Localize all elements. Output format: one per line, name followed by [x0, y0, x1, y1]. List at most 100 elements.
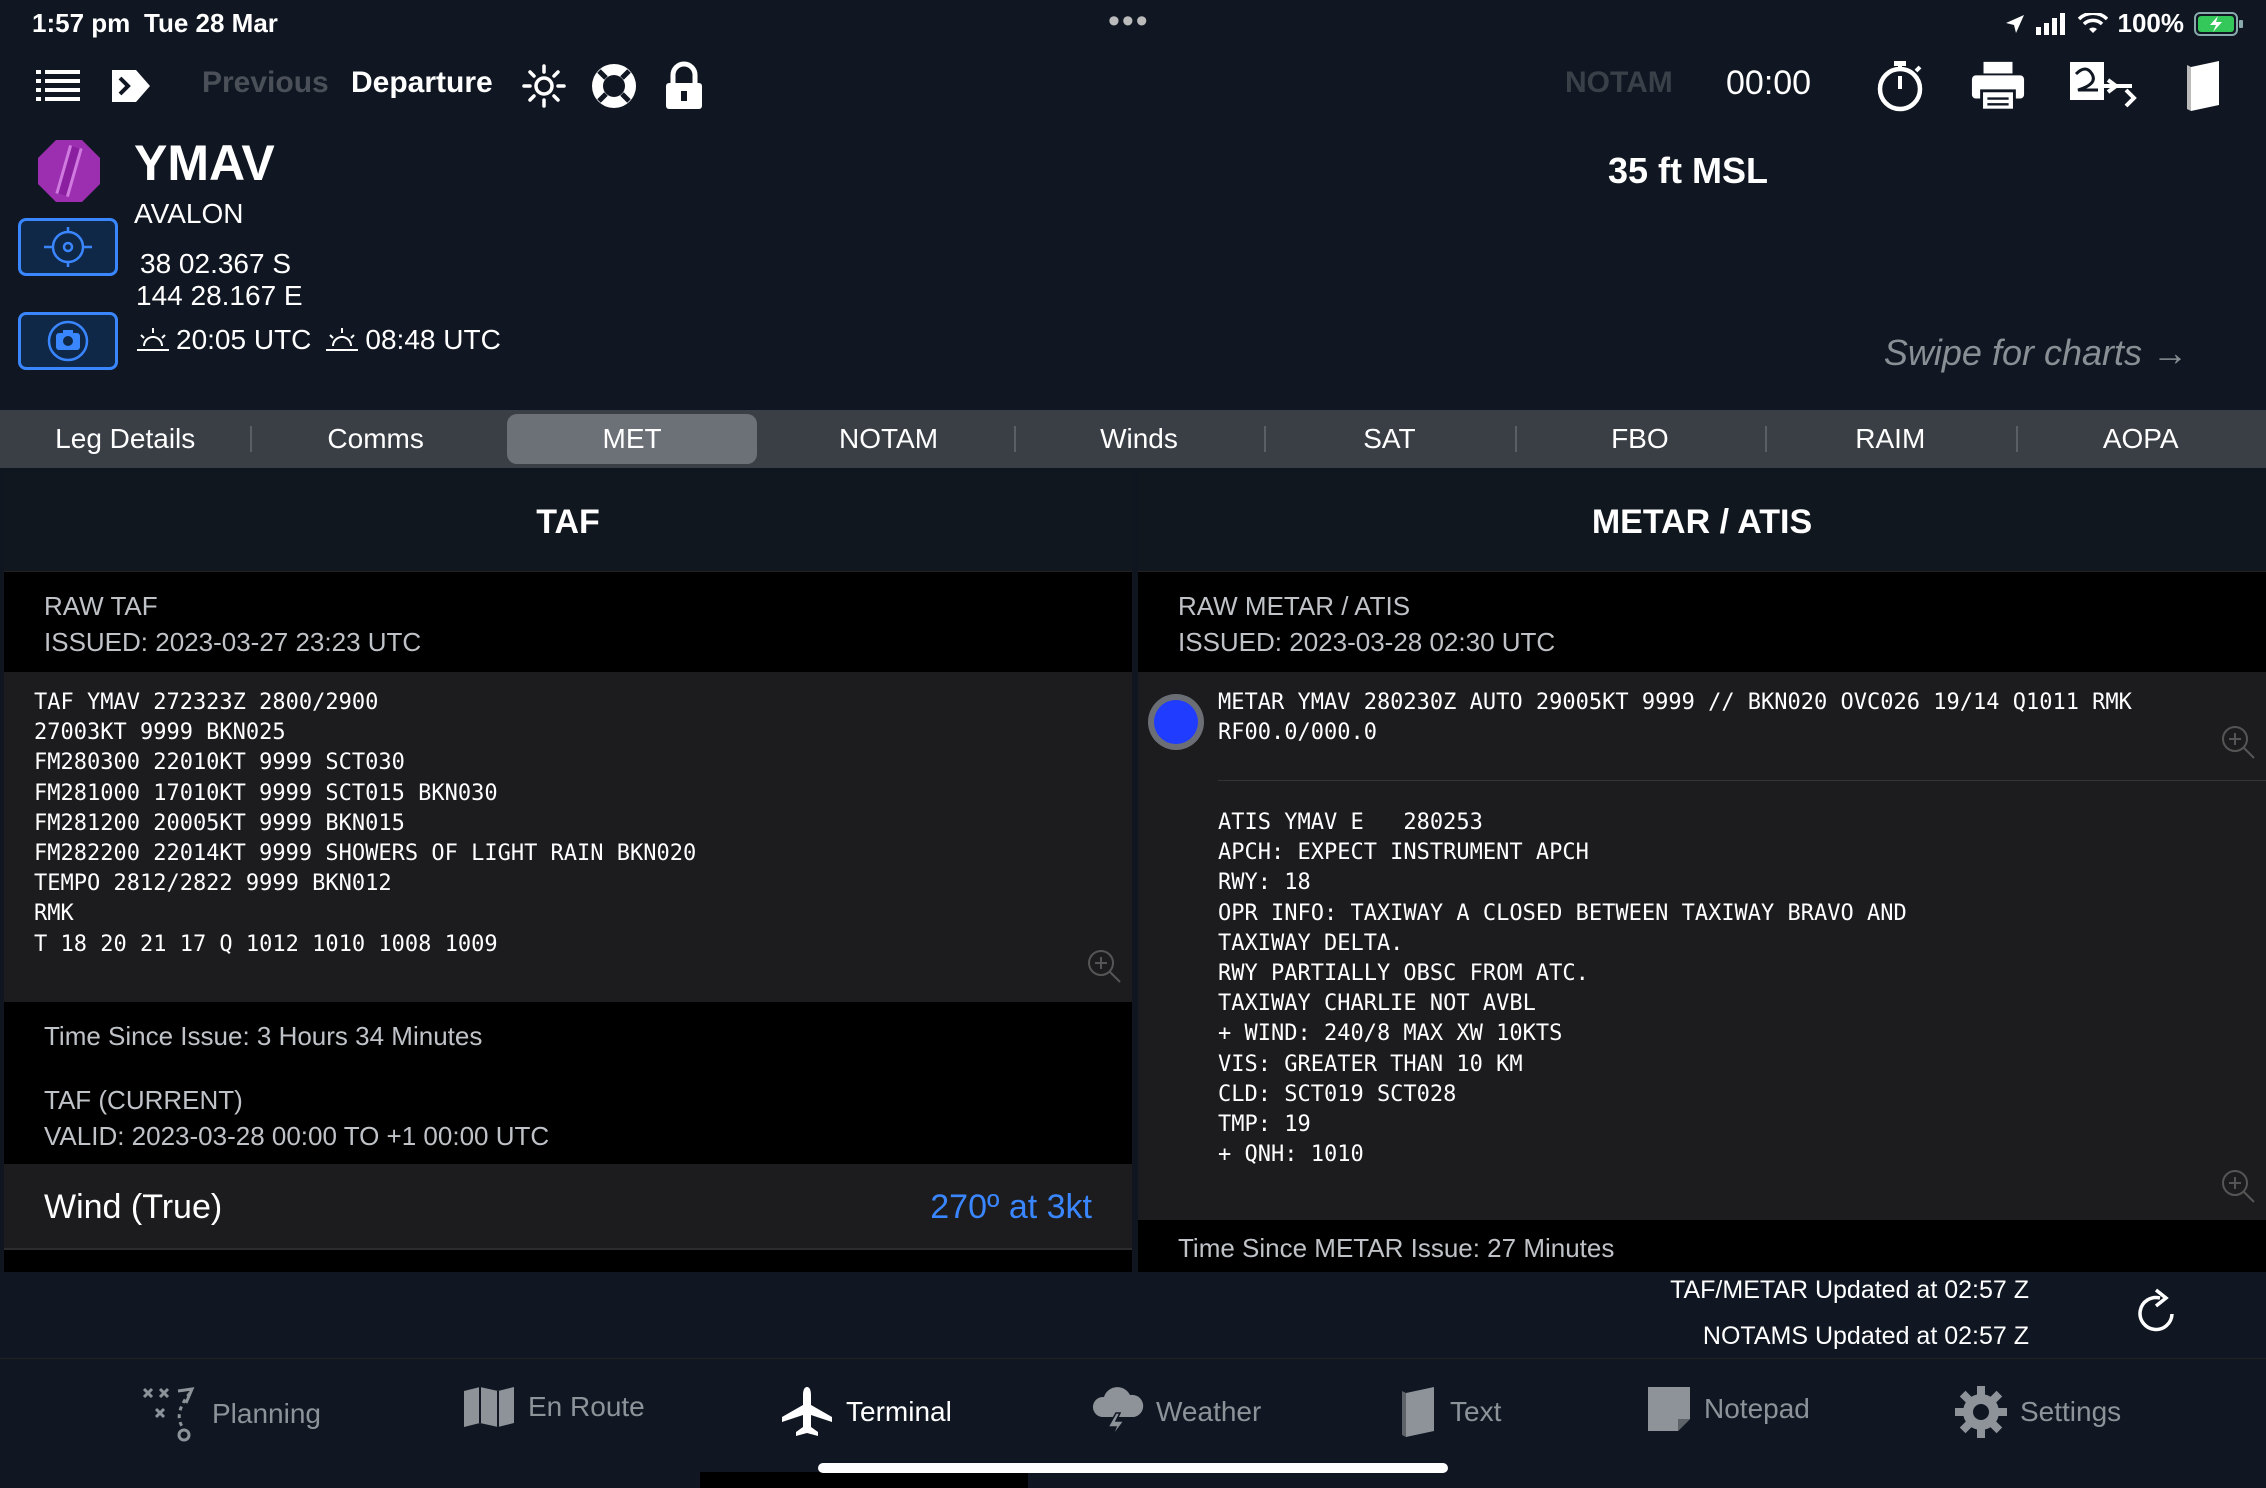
lifebuoy-icon[interactable] — [586, 58, 642, 114]
tab-fbo[interactable]: FBO — [1514, 414, 1765, 464]
taf-metar-updated: TAF/METAR Updated at 02:57 Z — [1670, 1276, 2029, 1304]
sunrise-time: 20:05 UTC — [176, 324, 312, 355]
airport-ident: YMAV — [134, 135, 275, 191]
home-bar-shadow — [700, 1472, 1028, 1488]
lock-icon[interactable] — [656, 58, 712, 114]
raw-taf-label: RAW TAF — [44, 591, 158, 621]
taf-title: TAF — [4, 472, 1132, 572]
tab-sat[interactable]: SAT — [1264, 414, 1514, 464]
taf-time-since: Time Since Issue: 3 Hours 34 Minutes — [44, 1021, 483, 1051]
tab-met[interactable]: MET — [506, 414, 758, 464]
print-icon[interactable] — [1970, 58, 2026, 114]
sunset-icon — [326, 328, 359, 351]
documents-icon[interactable] — [2176, 58, 2232, 114]
taf-issued: ISSUED: 2023-03-27 23:23 UTC — [44, 627, 422, 657]
tab-raim[interactable]: RAIM — [1765, 414, 2015, 464]
bottom-tab-weather-label: Weather — [1156, 1396, 1262, 1427]
status-indicators: 100% — [2004, 8, 2245, 39]
metar-panel: METAR / ATIS RAW METAR / ATIS ISSUED: 20… — [1138, 472, 2266, 1272]
sun-times: 20:05 UTC 08:48 UTC — [136, 324, 501, 356]
crosshair-icon — [44, 227, 92, 267]
brightness-icon[interactable] — [516, 58, 572, 114]
taf-valid: VALID: 2023-03-28 00:00 TO +1 00:00 UTC — [44, 1121, 550, 1151]
camera-icon — [47, 320, 89, 362]
status-bar: 1:57 pm Tue 28 Mar ••• 100% — [0, 0, 2266, 46]
zoom-in-icon[interactable] — [1086, 948, 1122, 984]
raw-metar-box[interactable]: METAR YMAV 280230Z AUTO 29005KT 9999 // … — [1138, 672, 2266, 1220]
bottom-tab-weather[interactable]: Weather — [1090, 1385, 1261, 1439]
bottom-tab-notepad[interactable]: Notepad — [1646, 1385, 1810, 1433]
previous-button[interactable]: Previous — [202, 66, 329, 100]
bottom-tab-planning[interactable]: Planning — [142, 1385, 321, 1443]
bottom-tab-en-route[interactable]: En Route — [462, 1385, 645, 1429]
airplane-icon — [782, 1387, 832, 1436]
section-tabs: Leg Details Comms MET NOTAM Winds SAT FB… — [0, 410, 2266, 468]
wifi-icon — [2077, 12, 2108, 33]
list-icon[interactable] — [30, 58, 86, 114]
tab-notam[interactable]: NOTAM — [763, 414, 1013, 464]
status-time: 1:57 pm — [32, 8, 131, 38]
metar-time-since: Time Since METAR Issue: 27 Minutes — [1178, 1233, 1615, 1263]
raw-metar-text: METAR YMAV 280230Z AUTO 29005KT 9999 // … — [1218, 690, 2132, 746]
locate-button[interactable] — [18, 218, 118, 276]
notepad-icon — [1648, 1387, 1690, 1431]
airport-name: AVALON — [134, 198, 244, 229]
swipe-charts-hint[interactable]: Swipe for charts → — [1884, 332, 2188, 374]
metar-issued: ISSUED: 2023-03-28 02:30 UTC — [1178, 627, 1556, 657]
tab-leg-details[interactable]: Leg Details — [0, 414, 250, 464]
updates-bar: TAF/METAR Updated at 02:57 Z NOTAMS Upda… — [0, 1272, 2266, 1358]
tab-comms[interactable]: Comms — [250, 414, 500, 464]
bottom-tab-terminal[interactable]: Terminal — [780, 1385, 952, 1439]
raw-taf-box[interactable]: TAF YMAV 272323Z 2800/2900 27003KT 9999 … — [4, 672, 1132, 1002]
flight-category-dot-icon — [1148, 694, 1204, 750]
status-date: Tue 28 Mar — [144, 8, 278, 38]
bottom-tab-terminal-label: Terminal — [846, 1396, 952, 1427]
bottom-tab-text[interactable]: Text — [1398, 1385, 1501, 1439]
bottom-tab-notepad-label: Notepad — [1704, 1393, 1810, 1424]
zoom-in-icon[interactable] — [2220, 724, 2256, 760]
tab-winds[interactable]: Winds — [1013, 414, 1264, 464]
departure-button[interactable]: Departure — [351, 66, 493, 100]
planning-icon — [142, 1387, 195, 1442]
sunrise-icon — [137, 328, 169, 351]
storm-cloud-icon — [1092, 1387, 1144, 1438]
elevation: 35 ft MSL — [1608, 150, 1769, 191]
bottom-tab-text-label: Text — [1450, 1396, 1502, 1427]
wind-value: 270º at 3kt — [930, 1188, 1092, 1226]
battery-percent: 100% — [2117, 8, 2185, 38]
document-icon — [1402, 1387, 1434, 1437]
latitude: 38 02.367 S — [140, 248, 292, 279]
bottom-tab-en-route-label: En Route — [528, 1391, 645, 1422]
toolbar: Previous Departure NOTAM 00:00 — [0, 46, 2266, 128]
metar-title: METAR / ATIS — [1138, 472, 2266, 572]
tab-aopa[interactable]: AOPA — [2015, 414, 2266, 464]
timer-display[interactable]: 00:00 — [1726, 64, 1811, 103]
notam-button[interactable]: NOTAM — [1565, 66, 1673, 100]
route-tag-icon[interactable] — [102, 58, 158, 114]
refresh-icon[interactable] — [2134, 1286, 2180, 1336]
gear-icon — [1955, 1386, 2007, 1438]
atis-text: ATIS YMAV E 280253 APCH: EXPECT INSTRUME… — [1218, 810, 1907, 1168]
zoom-in-icon[interactable] — [2220, 1168, 2256, 1204]
airport-header: YMAV AVALON 38 02.367 S 144 28.167 E 20:… — [0, 128, 2266, 410]
home-indicator[interactable] — [818, 1463, 1448, 1473]
wind-row[interactable]: Wind (True) 270º at 3kt — [4, 1164, 1132, 1250]
raw-metar-label: RAW METAR / ATIS — [1178, 591, 1411, 621]
taf-current-label: TAF (CURRENT) — [44, 1085, 243, 1115]
signal-icon — [2035, 12, 2065, 35]
sunset-time: 08:48 UTC — [365, 324, 501, 355]
taf-panel: TAF RAW TAF ISSUED: 2023-03-27 23:23 UTC… — [4, 472, 1132, 1272]
location-arrow-icon — [2005, 14, 2024, 33]
bottom-tab-settings[interactable]: Settings — [1954, 1385, 2121, 1439]
camera-button[interactable] — [18, 312, 118, 370]
bottom-tab-planning-label: Planning — [212, 1398, 321, 1429]
wind-label: Wind (True) — [44, 1188, 223, 1226]
battery-charging-icon — [2194, 11, 2243, 36]
stopwatch-icon[interactable] — [1872, 58, 1928, 114]
bottom-tab-settings-label: Settings — [2020, 1396, 2122, 1427]
multitasking-dots-icon[interactable]: ••• — [1108, 2, 1150, 41]
longitude: 144 28.167 E — [136, 280, 303, 311]
map-icon — [464, 1387, 514, 1427]
flight-log-icon[interactable] — [2068, 58, 2138, 114]
notams-updated: NOTAMS Updated at 02:57 Z — [1702, 1322, 2029, 1350]
